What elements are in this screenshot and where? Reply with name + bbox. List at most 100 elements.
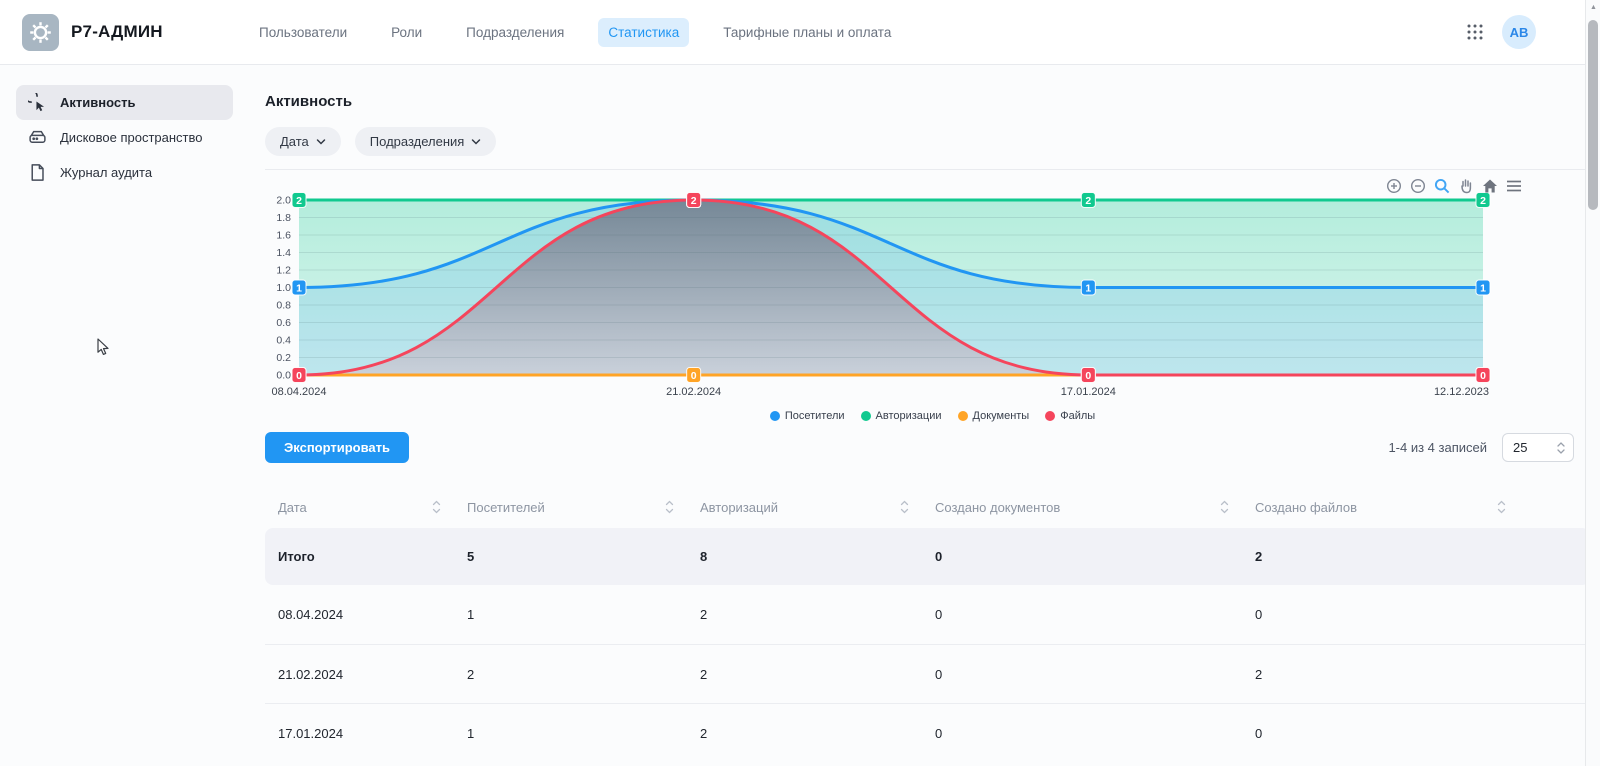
legend-item-files[interactable]: Файлы <box>1045 410 1095 422</box>
layout: Активность Дисковое пространство <box>0 65 1600 762</box>
filter-departments-label: Подразделения <box>370 134 465 149</box>
y-tick-label: 1.6 <box>276 230 291 242</box>
nav-item-users[interactable]: Пользователи <box>249 18 357 47</box>
nav-item-roles[interactable]: Роли <box>381 18 432 47</box>
sidebar-item-activity[interactable]: Активность <box>16 85 233 120</box>
export-button[interactable]: Экспортировать <box>265 432 409 463</box>
x-tick-label: 21.02.2024 <box>666 386 721 398</box>
sort-icon[interactable] <box>432 500 441 514</box>
chart-legend: Посетители Авторизации Документы Файлы <box>265 410 1600 422</box>
table-row-total: Итого 5 8 0 2 <box>265 528 1590 585</box>
point-label: 2 <box>296 195 302 207</box>
y-tick-label: 0.2 <box>276 352 291 364</box>
point-label: 0 <box>1480 370 1486 382</box>
nav-item-departments[interactable]: Подразделения <box>456 18 574 47</box>
main-content: Активность Дата Подразделения <box>245 65 1600 762</box>
zoom-in-icon[interactable] <box>1386 178 1402 194</box>
point-label: 2 <box>691 195 697 207</box>
y-tick-label: 1.2 <box>276 265 291 277</box>
column-header-files: Создано файлов <box>1255 500 1590 515</box>
sidebar-item-label: Журнал аудита <box>60 165 152 180</box>
filter-departments[interactable]: Подразделения <box>355 127 497 156</box>
vertical-scrollbar[interactable]: ▲ <box>1585 0 1600 766</box>
legend-label: Файлы <box>1060 410 1095 422</box>
cursor-click-icon <box>28 93 47 112</box>
table-row: 08.04.2024 1 2 0 0 <box>265 585 1590 644</box>
point-label: 2 <box>1085 195 1091 207</box>
sidebar-item-audit-log[interactable]: Журнал аудита <box>16 155 233 190</box>
point-label: 1 <box>296 282 302 294</box>
y-tick-label: 1.0 <box>276 282 291 294</box>
chart-canvas[interactable]: 12112222000002000.00.20.40.60.81.01.21.4… <box>265 184 1489 408</box>
x-tick-label: 12.12.2023 <box>1434 386 1489 398</box>
x-tick-label: 17.01.2024 <box>1061 386 1116 398</box>
point-label: 0 <box>691 370 697 382</box>
page-title: Активность <box>265 93 1600 110</box>
scrollbar-thumb[interactable] <box>1588 20 1598 210</box>
y-tick-label: 2.0 <box>276 195 291 207</box>
apps-grid-icon[interactable] <box>1466 23 1484 41</box>
column-header-documents: Создано документов <box>935 500 1255 515</box>
table-header: Дата Посетителей Авторизаций Создано док… <box>265 486 1590 528</box>
pagination: 1-4 из 4 записей 25 <box>1388 433 1574 462</box>
zoom-out-icon[interactable] <box>1410 178 1426 194</box>
nav-item-statistics[interactable]: Статистика <box>598 18 689 47</box>
activity-table: Дата Посетителей Авторизаций Создано док… <box>265 486 1600 762</box>
column-header-authorizations: Авторизаций <box>700 500 935 515</box>
sort-icon[interactable] <box>900 500 909 514</box>
filter-date-label: Дата <box>280 134 309 149</box>
page-size-value: 25 <box>1513 440 1527 455</box>
y-tick-label: 0.8 <box>276 300 291 312</box>
gear-icon <box>29 21 52 44</box>
header-right: АВ <box>1466 15 1600 49</box>
records-info: 1-4 из 4 записей <box>1388 440 1487 455</box>
disk-drive-icon <box>28 128 47 147</box>
y-tick-label: 0.6 <box>276 317 291 329</box>
legend-item-documents[interactable]: Документы <box>958 410 1030 422</box>
stepper-icons <box>1557 442 1565 454</box>
y-tick-label: 0.4 <box>276 335 291 347</box>
actions-row: Экспортировать 1-4 из 4 записей 25 <box>265 432 1600 463</box>
app-title: Р7-АДМИН <box>71 22 163 42</box>
page-size-select[interactable]: 25 <box>1502 433 1574 462</box>
sidebar-item-label: Активность <box>60 95 135 110</box>
sidebar-item-disk-space[interactable]: Дисковое пространство <box>16 120 233 155</box>
legend-item-visitors[interactable]: Посетители <box>770 410 845 422</box>
y-tick-label: 1.8 <box>276 212 291 224</box>
activity-chart: 12112222000002000.00.20.40.60.81.01.21.4… <box>265 169 1600 422</box>
box-zoom-icon[interactable] <box>1434 178 1450 194</box>
filter-date[interactable]: Дата <box>265 127 341 156</box>
table-row: 21.02.2024 2 2 0 2 <box>265 644 1590 703</box>
x-tick-label: 08.04.2024 <box>271 386 326 398</box>
column-header-visitors: Посетителей <box>467 500 700 515</box>
legend-label: Документы <box>973 410 1030 422</box>
chevron-down-icon <box>471 138 481 146</box>
brand: Р7-АДМИН <box>22 14 217 51</box>
sort-icon[interactable] <box>1497 500 1506 514</box>
nav-item-tariffs[interactable]: Тарифные планы и оплата <box>713 18 901 47</box>
legend-dot <box>958 411 968 421</box>
table-row: 17.01.2024 1 2 0 0 <box>265 703 1590 762</box>
legend-dot <box>861 411 871 421</box>
document-icon <box>28 163 47 182</box>
legend-item-authorizations[interactable]: Авторизации <box>861 410 942 422</box>
main-nav: Пользователи Роли Подразделения Статисти… <box>249 18 901 47</box>
point-label: 2 <box>1480 195 1486 207</box>
avatar[interactable]: АВ <box>1502 15 1536 49</box>
sort-icon[interactable] <box>1220 500 1229 514</box>
chart-modebar <box>1386 178 1522 194</box>
y-tick-label: 1.4 <box>276 247 291 259</box>
point-label: 0 <box>296 370 302 382</box>
column-header-date: Дата <box>278 500 467 515</box>
point-label: 1 <box>1480 282 1486 294</box>
sort-icon[interactable] <box>665 500 674 514</box>
pan-icon[interactable] <box>1458 178 1474 194</box>
top-header: Р7-АДМИН Пользователи Роли Подразделения… <box>0 0 1600 65</box>
legend-label: Посетители <box>785 410 845 422</box>
page: Р7-АДМИН Пользователи Роли Подразделения… <box>0 0 1600 766</box>
home-icon[interactable] <box>1482 178 1498 194</box>
menu-icon[interactable] <box>1506 179 1522 193</box>
sidebar-item-label: Дисковое пространство <box>60 130 203 145</box>
legend-dot <box>770 411 780 421</box>
scroll-up-arrow[interactable]: ▲ <box>1586 4 1600 11</box>
